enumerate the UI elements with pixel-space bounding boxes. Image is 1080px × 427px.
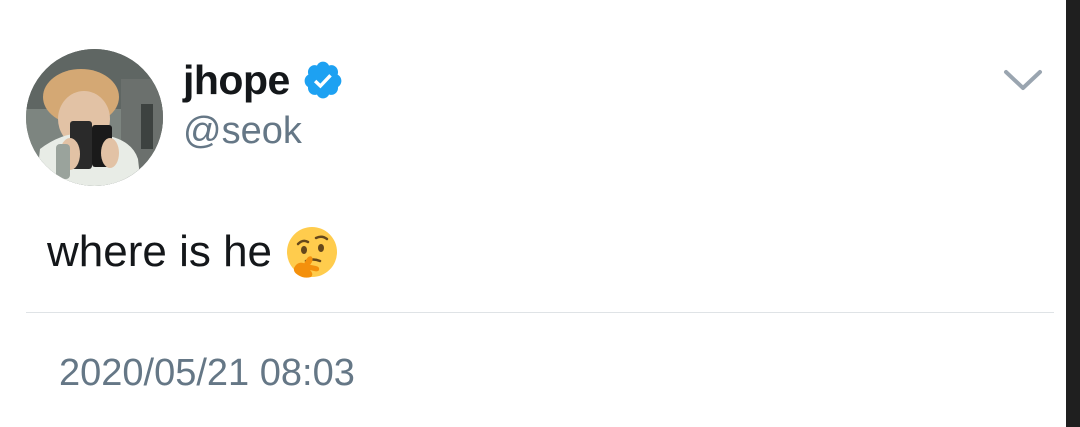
tweet-text-content: where is he	[47, 227, 273, 276]
thinking-face-emoji-icon	[284, 224, 340, 280]
name-row: jhope	[183, 55, 344, 105]
tweet-text: where is he	[47, 224, 340, 280]
tweet-card: jhope @seok where is he 2020/05/21 08:03	[0, 0, 1080, 427]
tweet-timestamp[interactable]: 2020/05/21 08:03	[59, 352, 355, 395]
verified-badge-icon	[302, 59, 344, 101]
divider	[26, 312, 1054, 313]
avatar[interactable]	[26, 49, 163, 186]
avatar-image	[26, 49, 163, 186]
screen-edge	[1066, 0, 1080, 427]
display-name[interactable]: jhope	[183, 57, 290, 104]
chevron-down-icon[interactable]	[1002, 66, 1044, 96]
user-handle[interactable]: @seok	[183, 110, 302, 153]
